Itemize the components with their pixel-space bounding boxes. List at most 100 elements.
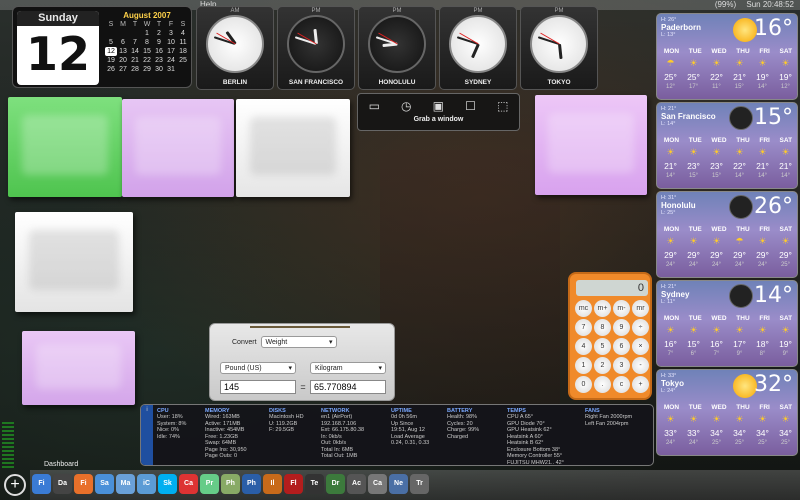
calendar-date[interactable]: 11 [177,38,189,47]
dock-item-photo[interactable]: Ph [221,474,240,494]
weather-card[interactable]: H: 21° San Francisco L: 14° 15° MON TUE WED THU… [656,102,798,189]
calendar-date[interactable]: 12 [105,47,117,56]
weather-card[interactable]: H: 31° Honolulu L: 25° 26° MON TUE WED THU FRI SA… [656,191,798,278]
calendar-date[interactable]: 9 [153,38,165,47]
dock-item-calendar[interactable]: Ca [179,474,198,494]
calculator-key[interactable]: 1 [575,357,592,374]
to-value-input[interactable]: 65.770894 [309,380,386,394]
calendar-date[interactable]: 14 [129,47,141,56]
dock-item-illustrator[interactable]: Il [263,474,282,494]
dock-item-photoshop[interactable]: Ph [242,474,261,494]
calendar-date[interactable]: 22 [141,56,153,65]
world-clock[interactable]: PM TOKYO [520,6,598,90]
calculator-key[interactable]: . [594,376,611,393]
category-select[interactable]: Weight [260,336,337,348]
battery-status[interactable]: (99%) [715,0,736,9]
calendar-widget[interactable]: Sunday 12 August 2007 S M T W T F S 1 2 3 4 5 6 7 8 9 10… [12,6,192,88]
dock-item-safari[interactable]: Sa [95,474,114,494]
world-clock[interactable]: PM HONOLULU [358,6,436,90]
calendar-date[interactable]: 15 [141,47,153,56]
calendar-date[interactable]: 1 [141,29,153,38]
calculator-key[interactable]: 6 [613,338,630,355]
calendar-date[interactable]: 26 [105,65,117,74]
calculator-key[interactable]: 3 [613,357,630,374]
from-unit-select[interactable]: Pound (US) [220,362,296,374]
calendar-date[interactable]: 16 [153,47,165,56]
calendar-date[interactable]: 7 [129,38,141,47]
calculator-key[interactable]: c [613,376,630,393]
calculator-key[interactable]: × [632,338,649,355]
world-clock[interactable]: PM SAN FRANCISCO [277,6,355,90]
dock-item-terminal[interactable]: Te [305,474,324,494]
istat-widget[interactable]: i CPU User: 18% System: 8% Nice: 0% Idle: 74… [140,404,654,466]
calculator-key[interactable]: 9 [613,319,630,336]
calendar-date[interactable]: 30 [153,65,165,74]
calendar-date[interactable]: 28 [129,65,141,74]
weather-card[interactable]: H: 21° Sydney L: 11° 14° MON TUE WED THU FRI SAT ☀… [656,280,798,367]
sticky-note-white-2[interactable] [15,212,133,312]
screen-icon[interactable]: ▭ [369,99,380,113]
calculator-key[interactable]: + [632,376,649,393]
grab-widget[interactable]: ▭ ◷ ▣ ☐ ⬚ Grab a window [357,93,520,131]
calculator-key[interactable]: 5 [594,338,611,355]
calculator-key[interactable]: 2 [594,357,611,374]
selection-icon[interactable]: ⬚ [497,99,508,113]
calendar-date[interactable]: 5 [105,38,117,47]
sticky-note-purple[interactable] [122,99,234,197]
sticky-note-purple-2[interactable] [22,331,135,405]
calculator-key[interactable]: 8 [594,319,611,336]
calculator-key[interactable]: - [632,357,649,374]
sticky-note-green[interactable] [8,97,122,197]
world-clock[interactable]: PM SYDNEY [439,6,517,90]
dock-item-mail[interactable]: Ma [116,474,135,494]
calendar-date[interactable]: 24 [165,56,177,65]
calculator-key[interactable]: ÷ [632,319,649,336]
calendar-date[interactable]: 6 [117,38,129,47]
calendar-date[interactable]: 31 [165,65,177,74]
dock-item-flash[interactable]: Fl [284,474,303,494]
dock-item-ichat[interactable]: iC [137,474,156,494]
calendar-date[interactable]: 2 [153,29,165,38]
calculator-key[interactable]: m- [613,300,630,317]
calendar-date[interactable]: 21 [129,56,141,65]
calendar-date[interactable]: 8 [141,38,153,47]
from-value-input[interactable]: 145 [220,380,296,394]
weather-card[interactable]: H: 26° Paderborn L: 13° 16° MON TUE WED THU FRI S… [656,13,798,100]
calendar-date[interactable]: 23 [153,56,165,65]
calendar-date[interactable]: 20 [117,56,129,65]
window-icon[interactable]: ☐ [465,99,476,113]
sticky-note-white[interactable] [236,99,350,197]
dock-item-network[interactable]: Ne [389,474,408,494]
unit-converter-widget[interactable]: Convert Weight Pound (US) Kilogram 145 =… [209,323,395,401]
calendar-date[interactable]: 4 [177,29,189,38]
calculator-key[interactable]: mc [575,300,592,317]
dock-item-firefox[interactable]: Fi [74,474,93,494]
calculator-key[interactable]: 7 [575,319,592,336]
calendar-date[interactable]: 17 [165,47,177,56]
dock-item-activity[interactable]: Ac [347,474,366,494]
calendar-date[interactable]: 19 [105,56,117,65]
weather-card[interactable]: H: 33° Tokyo L: 24° 32° MON TUE WED THU FRI SAT ☀ ☀… [656,369,798,456]
sticky-note-purple-right[interactable] [535,95,647,195]
calendar-date[interactable]: 29 [141,65,153,74]
dock-item-preview[interactable]: Pr [200,474,219,494]
dock-item-finder[interactable]: Fi [32,474,51,494]
dock-item-dreamweaver[interactable]: Dr [326,474,345,494]
dock-item-calculator[interactable]: Ca [368,474,387,494]
calculator-key[interactable]: m+ [594,300,611,317]
calculator-key[interactable]: 0 [575,376,592,393]
add-widget-button[interactable]: + [4,474,26,496]
calendar-date[interactable]: 10 [165,38,177,47]
camera-icon[interactable]: ▣ [433,99,444,113]
timer-icon[interactable]: ◷ [401,99,411,113]
calculator-key[interactable]: 4 [575,338,592,355]
to-unit-select[interactable]: Kilogram [310,362,386,374]
calendar-date[interactable]: 27 [117,65,129,74]
menu-clock[interactable]: Sun 20:48:52 [746,0,794,9]
world-clock[interactable]: AM BERLIN [196,6,274,90]
calculator-widget[interactable]: 0 mc m+ m-mr 7 8 9 ÷ 4 5 6 × 1 2 3- 0. c + [568,272,652,400]
calendar-date[interactable]: 25 [177,56,189,65]
calculator-key[interactable]: mr [632,300,649,317]
istat-info-icon[interactable]: i [141,405,153,465]
dock-item-dashboard[interactable]: Da [53,474,72,494]
